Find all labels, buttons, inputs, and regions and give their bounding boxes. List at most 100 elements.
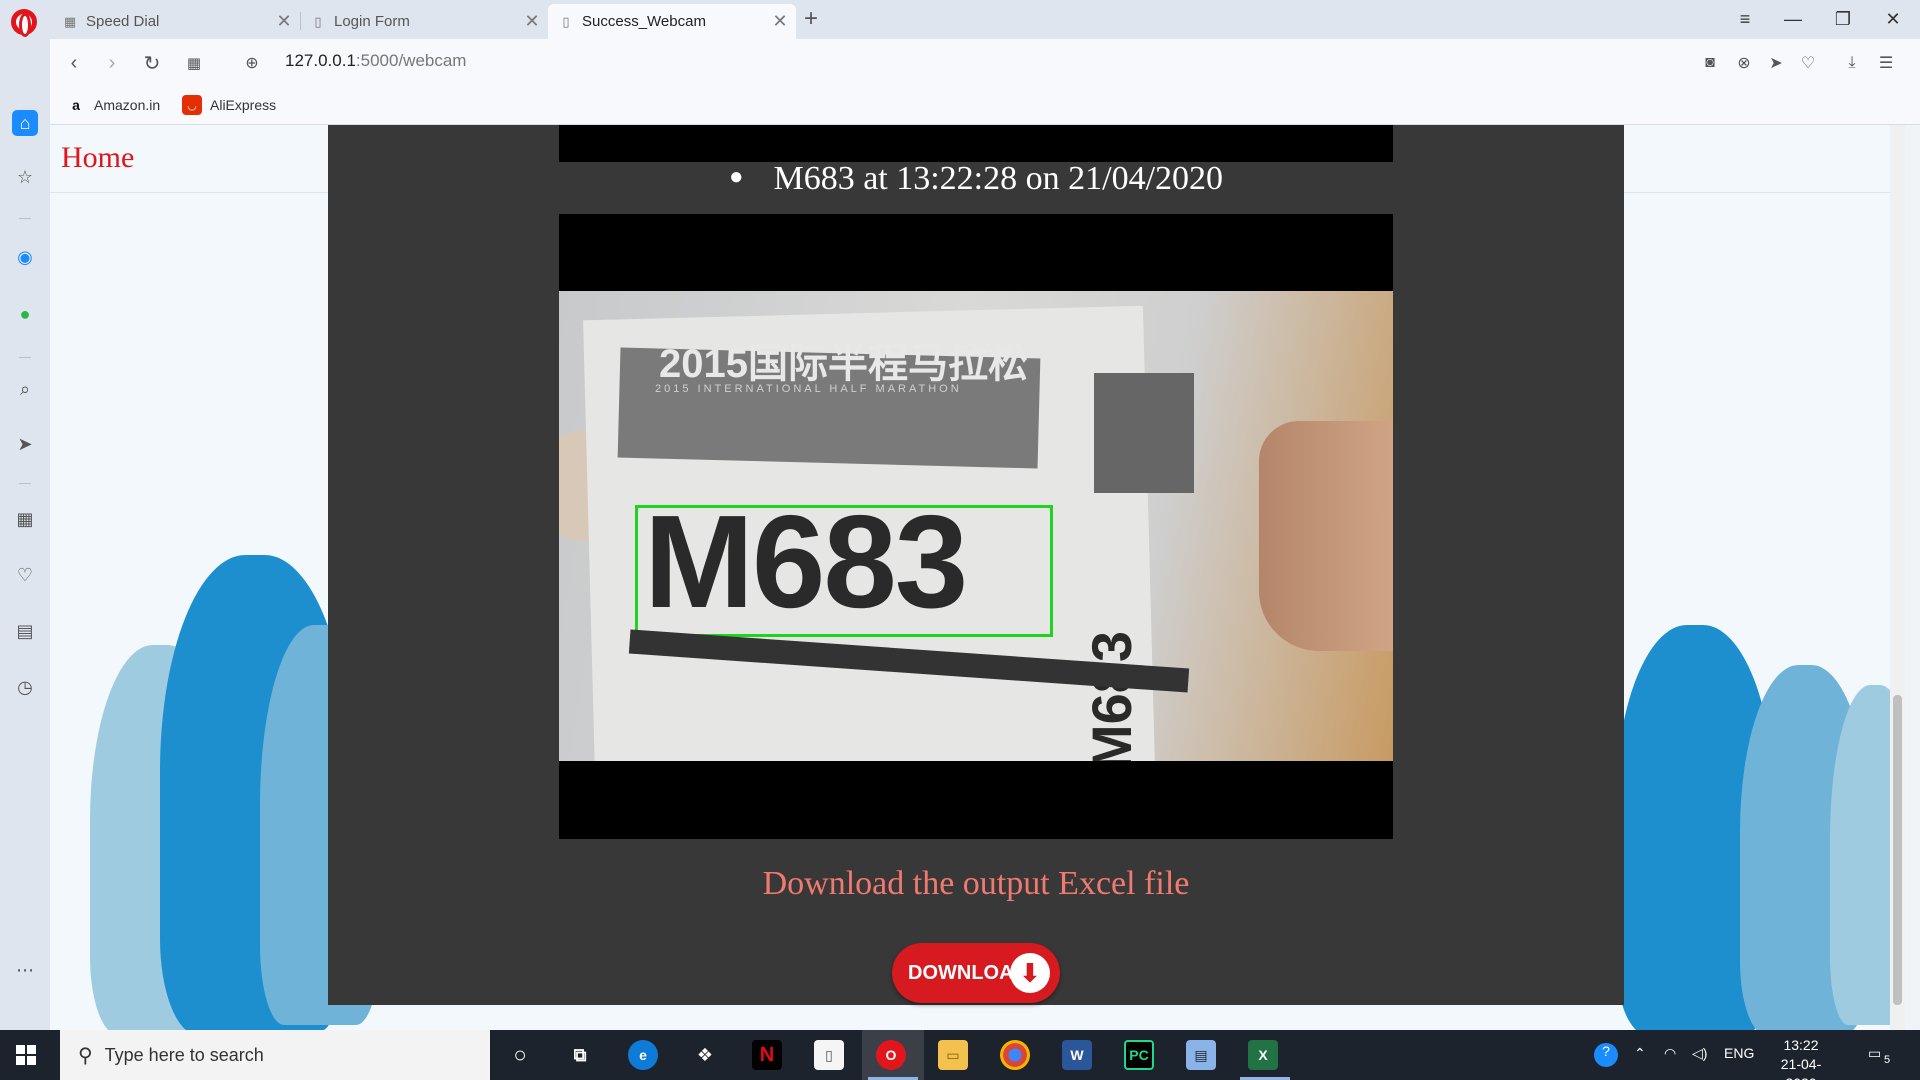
search-placeholder: Type here to search <box>104 1044 264 1065</box>
tab-login-form[interactable]: ▯ Login Form ✕ <box>300 4 548 39</box>
aliexpress-icon: ◡ <box>182 95 202 115</box>
apps-icon[interactable]: ▦ <box>12 506 38 532</box>
wifi-icon[interactable]: ◠ <box>1664 1045 1676 1062</box>
excel-icon[interactable]: X <box>1248 1040 1278 1070</box>
close-icon[interactable]: ✕ <box>770 11 790 32</box>
opera-taskbar-icon[interactable]: O <box>876 1040 906 1070</box>
heart-icon[interactable]: ♡ <box>1798 53 1818 73</box>
bib-banner-sub: 2015 INTERNATIONAL HALF MARATHON <box>655 383 962 395</box>
url-host: 127.0.0.1 <box>285 51 356 70</box>
bookmarks-bar: a Amazon.in ◡ AliExpress <box>50 87 1920 125</box>
word-icon[interactable]: W <box>1062 1040 1092 1070</box>
tab-strip: ▦ Speed Dial ✕ ▯ Login Form ✕ ▯ Success_… <box>0 0 1920 39</box>
page-icon: ▯ <box>314 13 322 29</box>
minimize-button[interactable]: — <box>1770 4 1816 34</box>
bookmark-amazon[interactable]: a Amazon.in <box>66 95 160 115</box>
url-path: :5000/webcam <box>355 51 467 70</box>
result-text: M683 at 13:22:28 on 21/04/2020 <box>773 160 1224 197</box>
bookmark-aliexpress[interactable]: ◡ AliExpress <box>182 95 276 115</box>
webcam-image: 2015国际半程马拉松 2015 INTERNATIONAL HALF MARA… <box>559 291 1393 761</box>
file-icon[interactable]: ▯ <box>814 1040 844 1070</box>
messenger-icon[interactable]: ◉ <box>12 244 38 270</box>
page-content: Home ● M683 at 13:22:28 on 21/04/2020 201… <box>50 125 1905 1030</box>
volume-icon[interactable]: ◁) <box>1692 1045 1707 1062</box>
close-window-button[interactable]: ✕ <box>1870 4 1916 34</box>
opera-menu-icon[interactable] <box>11 9 37 37</box>
close-icon[interactable]: ✕ <box>522 11 542 32</box>
sidebar: ⌂ ☆ ◉ ● ⌕ ➤ ▦ ♡ ▤ ◷ ⋯ <box>0 39 50 1030</box>
home-icon[interactable]: ⌂ <box>12 110 38 136</box>
cortana-icon[interactable]: ○ <box>505 1040 535 1070</box>
amazon-icon: a <box>72 97 80 113</box>
tabs-grid-icon[interactable]: ▦ <box>182 51 206 75</box>
control-panel-icon[interactable]: ▤ <box>1186 1040 1216 1070</box>
windows-start-icon[interactable] <box>16 1045 36 1065</box>
reload-icon[interactable]: ↻ <box>140 51 164 75</box>
netflix-icon[interactable]: N <box>752 1040 782 1070</box>
tab-title: Login Form <box>334 13 410 30</box>
help-icon[interactable]: ? <box>1594 1043 1618 1067</box>
tab-speed-dial[interactable]: ▦ Speed Dial ✕ <box>52 4 300 39</box>
search-icon[interactable]: ⌕ <box>12 376 38 402</box>
tab-title: Success_Webcam <box>582 13 706 30</box>
result-item: ● M683 at 13:22:28 on 21/04/2020 <box>328 160 1624 198</box>
restore-button[interactable]: ❐ <box>1820 4 1866 34</box>
tab-success-webcam[interactable]: ▯ Success_Webcam ✕ <box>548 4 796 39</box>
clock-date: 21-04-2020 <box>1780 1056 1822 1080</box>
scrollbar[interactable] <box>1890 125 1905 1030</box>
news-icon[interactable]: ▤ <box>12 618 38 644</box>
task-view-icon[interactable]: ⧉ <box>565 1040 595 1070</box>
easy-setup-icon[interactable]: ☰ <box>1876 53 1896 73</box>
bookmark-label: Amazon.in <box>94 97 161 113</box>
edge-icon[interactable]: e <box>628 1040 658 1070</box>
previous-frame-edge <box>559 125 1393 162</box>
send-icon[interactable]: ➤ <box>12 431 38 457</box>
url-field[interactable]: 127.0.0.1:5000/webcam <box>285 51 466 71</box>
whatsapp-icon[interactable]: ● <box>12 301 38 327</box>
notification-count: 5 <box>1884 1054 1891 1066</box>
chrome-icon[interactable] <box>1000 1040 1030 1070</box>
tab-menu-icon[interactable]: ≡ <box>1722 4 1768 34</box>
notification-icon[interactable]: ▭ <box>1868 1045 1881 1062</box>
dropbox-icon[interactable]: ❖ <box>690 1040 720 1070</box>
home-link[interactable]: Home <box>61 141 134 175</box>
taskbar-search[interactable]: ⚲ Type here to search <box>60 1030 490 1080</box>
taskbar: ⚲ Type here to search ○ ⧉ e ❖ N ▯ O ▭ W … <box>0 1030 1920 1080</box>
tab-title: Speed Dial <box>86 13 160 30</box>
grid-icon: ▦ <box>63 13 77 29</box>
download-button[interactable]: DOWNLOAD ⬇ <box>892 943 1060 1003</box>
forward-icon[interactable]: › <box>100 51 124 75</box>
bullet-icon: ● <box>728 163 744 190</box>
language-indicator[interactable]: ENG <box>1724 1045 1754 1061</box>
more-icon[interactable]: ⋯ <box>12 957 38 983</box>
scrollbar-thumb[interactable] <box>1893 695 1902 1005</box>
page-icon: ▯ <box>562 13 570 29</box>
bib-logo-block <box>1094 373 1194 493</box>
heart-icon[interactable]: ♡ <box>12 562 38 588</box>
bookmark-label: AliExpress <box>210 97 277 113</box>
chevron-up-icon[interactable]: ⌃ <box>1634 1045 1646 1062</box>
pycharm-icon[interactable]: PC <box>1124 1040 1154 1070</box>
send-icon[interactable]: ➤ <box>1766 53 1786 73</box>
address-bar: ‹ › ↻ ▦ ⊕ 127.0.0.1:5000/webcam ◙ ⊗ ➤ ♡ … <box>50 39 1920 87</box>
bib-number-vertical: M683 <box>1080 630 1143 761</box>
camera-icon[interactable]: ◙ <box>1700 53 1720 73</box>
clock-time: 13:22 <box>1783 1037 1819 1053</box>
detection-box <box>635 505 1053 637</box>
file-explorer-icon[interactable]: ▭ <box>938 1040 968 1070</box>
close-icon[interactable]: ✕ <box>274 11 294 32</box>
new-tab-button[interactable]: + <box>798 6 824 32</box>
star-icon[interactable]: ☆ <box>12 164 38 190</box>
adblock-icon[interactable]: ⊗ <box>1734 53 1754 73</box>
result-panel: ● M683 at 13:22:28 on 21/04/2020 2015国际半程… <box>328 125 1624 1005</box>
webcam-frame: 2015国际半程马拉松 2015 INTERNATIONAL HALF MARA… <box>559 214 1393 839</box>
download-caption: Download the output Excel file <box>762 865 1190 902</box>
bib-banner-text: 2015国际半程马拉松 <box>659 342 1028 386</box>
back-icon[interactable]: ‹ <box>62 51 86 75</box>
download-icon[interactable]: ⤓ <box>1842 53 1862 73</box>
arrow-down-icon: ⬇ <box>1010 953 1050 993</box>
globe-icon: ⊕ <box>245 55 259 72</box>
history-icon[interactable]: ◷ <box>12 674 38 700</box>
search-icon: ⚲ <box>78 1044 93 1067</box>
clock[interactable]: 13:22 21-04-2020 <box>1766 1036 1836 1080</box>
